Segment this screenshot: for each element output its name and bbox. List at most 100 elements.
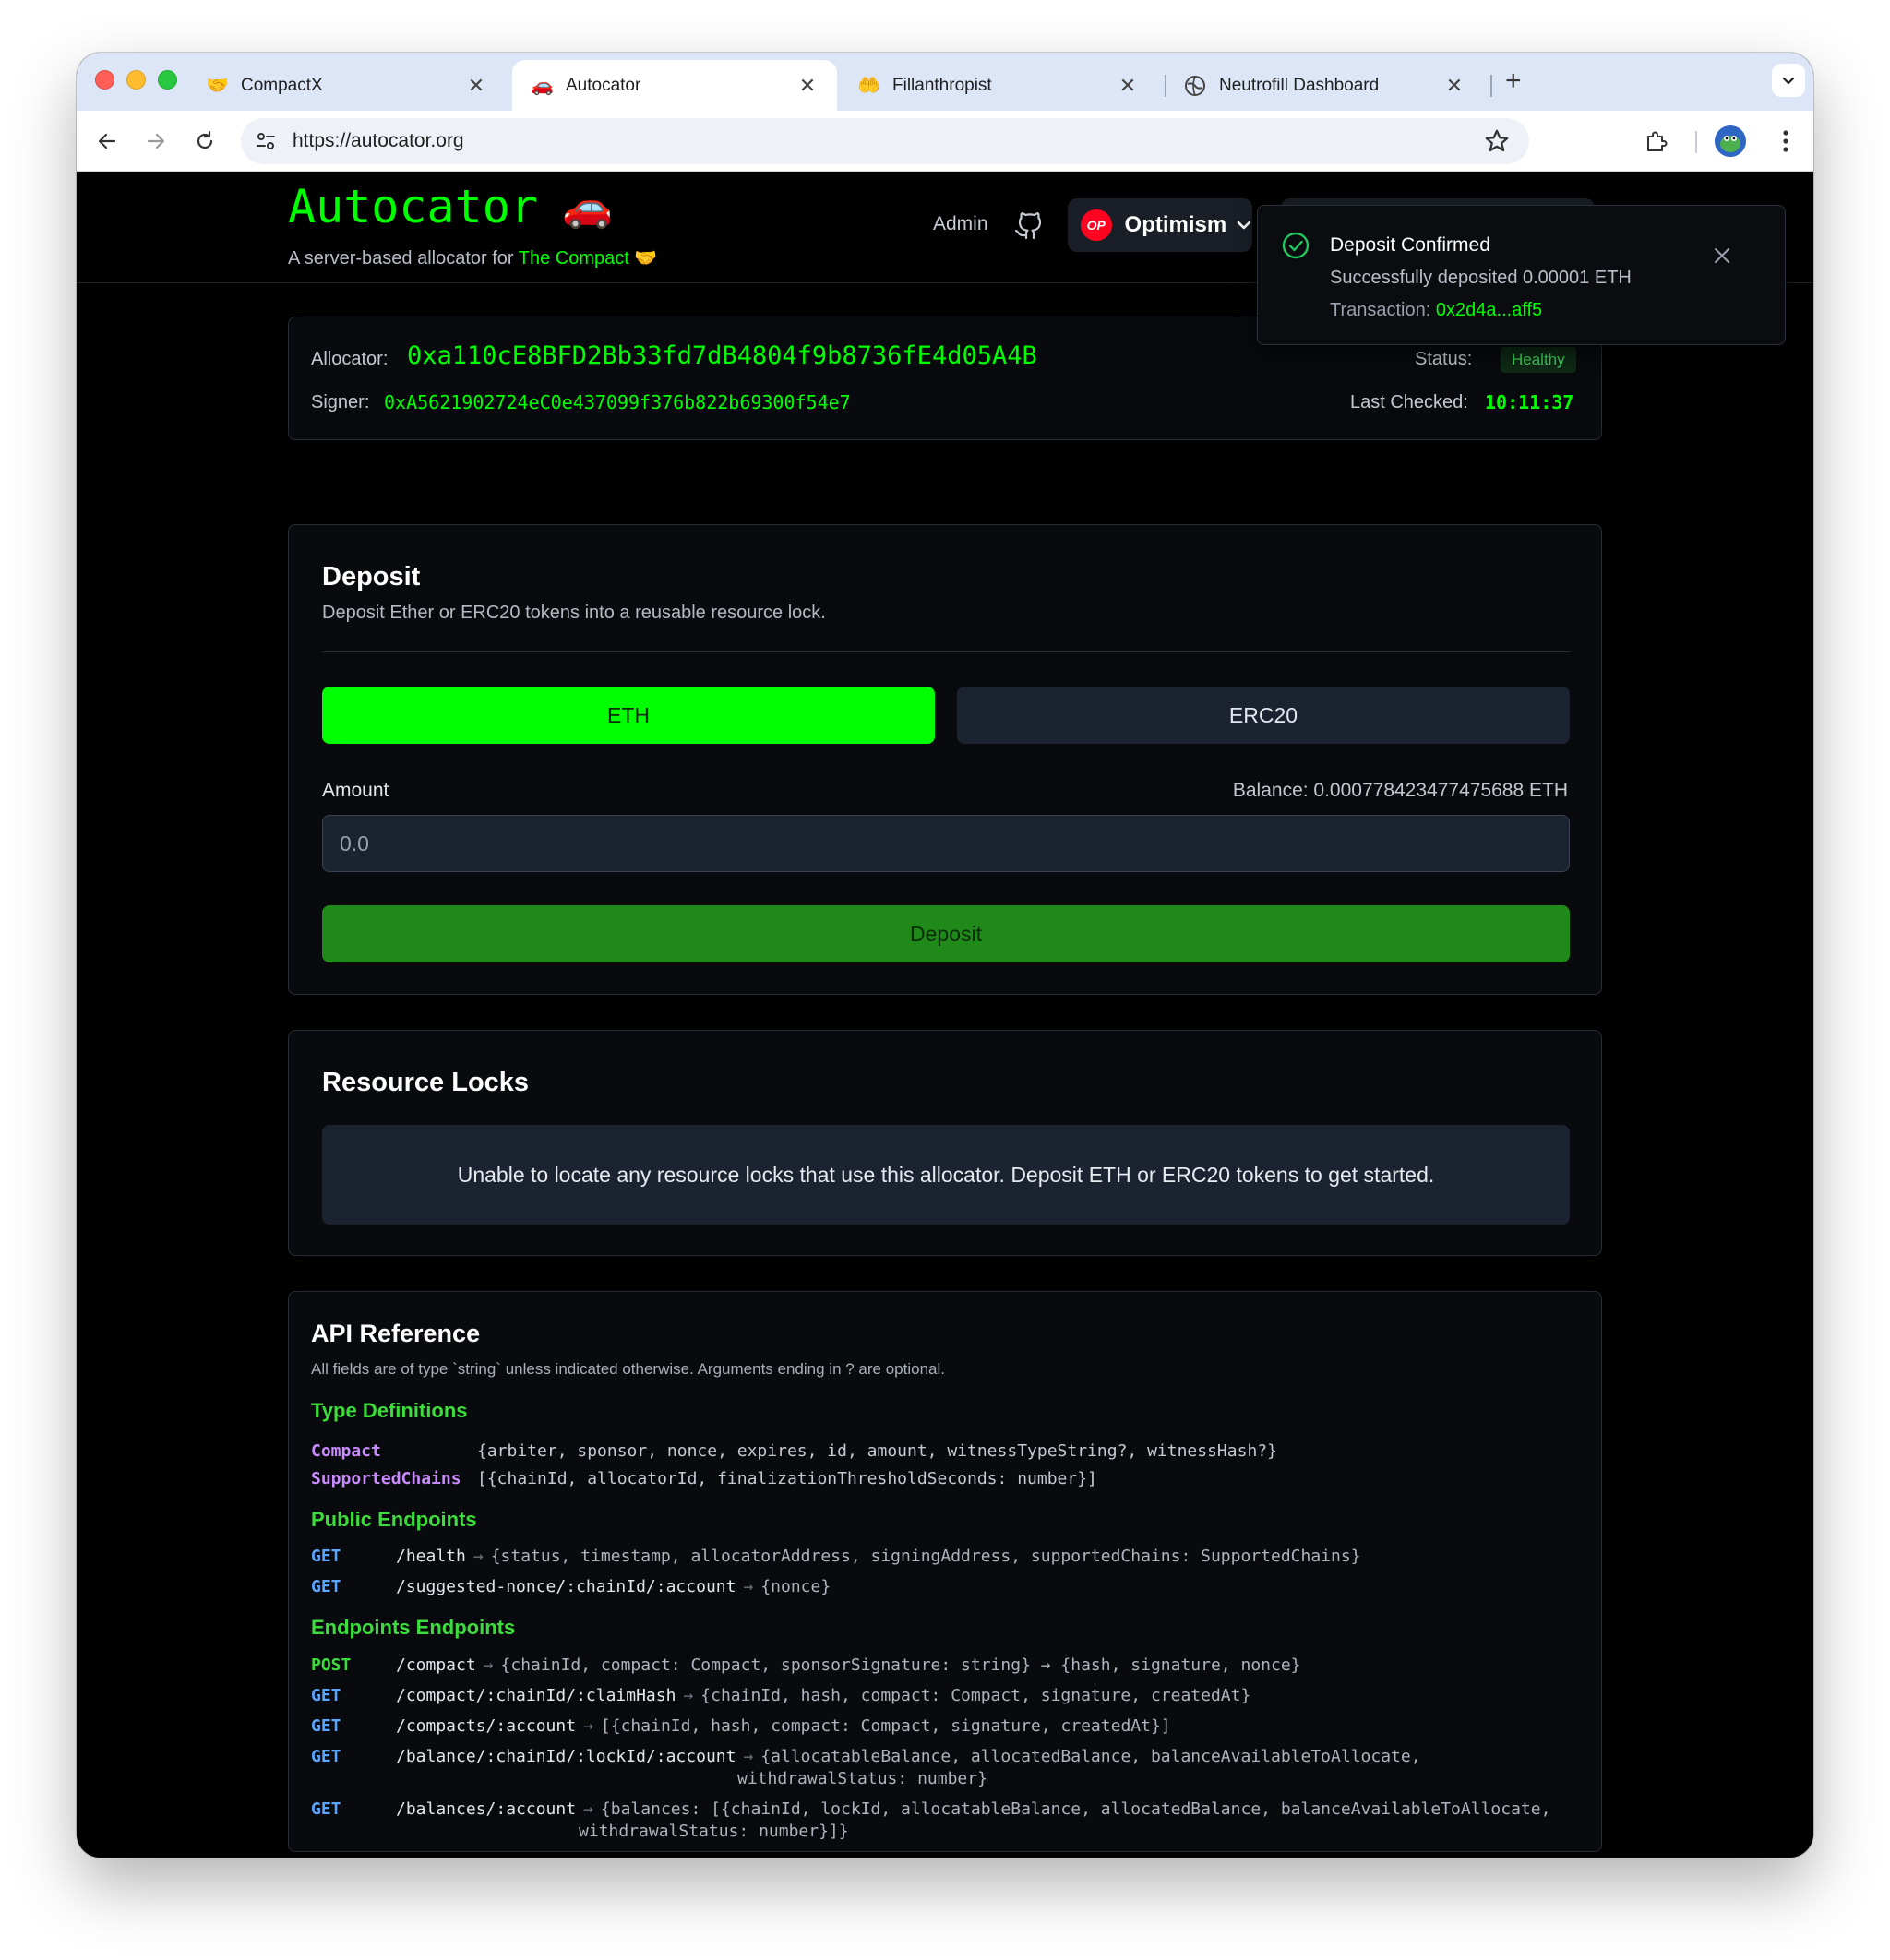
endpoint-response: {chainId, hash, compact: Compact, signat… (700, 1686, 1251, 1705)
reload-button[interactable] (189, 125, 221, 157)
chevron-down-icon (1782, 77, 1795, 85)
endpoint-path: /health (396, 1547, 466, 1566)
endpoint-row: GET /suggested-nonce/:chainId/:account →… (311, 1577, 831, 1596)
site-settings-icon[interactable] (254, 129, 278, 153)
tab-fillanthropist[interactable]: 🤲 Fillanthropist ✕ (839, 60, 1157, 111)
browser-window: 🤝 CompactX ✕ 🚗 Autocator ✕ 🤲 Fillanthrop… (77, 53, 1813, 1858)
empty-state-message: Unable to locate any resource locks that… (322, 1125, 1570, 1225)
divider (322, 651, 1570, 652)
resource-locks-card: Resource Locks Unable to locate any reso… (288, 1030, 1602, 1256)
type-row: Compact {arbiter, sponsor, nonce, expire… (311, 1441, 1277, 1461)
admin-link[interactable]: Admin (933, 213, 988, 235)
reload-icon (197, 130, 213, 149)
endpoint-response: [{chainId, hash, compact: Compact, signa… (600, 1716, 1171, 1736)
tab-search-button[interactable] (1772, 64, 1805, 97)
tab-autocator[interactable]: 🚗 Autocator ✕ (512, 60, 837, 111)
car-icon: 🚗 (531, 75, 554, 96)
endpoint-path: /compact (396, 1655, 476, 1675)
the-compact-link[interactable]: The Compact (519, 248, 629, 269)
deposit-button[interactable]: Deposit (322, 905, 1570, 962)
url-text[interactable]: https://autocator.org (293, 130, 1483, 152)
endpoint-row: GET /compact/:chainId/:claimHash → {chai… (311, 1686, 1250, 1705)
handshake-icon: 🤝 (634, 248, 658, 269)
minimize-window-button[interactable] (126, 70, 146, 90)
type-name: Compact (311, 1441, 381, 1461)
http-method: GET (311, 1747, 341, 1766)
http-method: GET (311, 1686, 341, 1705)
open-hands-icon: 🤲 (857, 75, 880, 96)
globe-icon (1184, 75, 1206, 97)
forward-button[interactable] (140, 125, 172, 157)
type-definitions-heading: Type Definitions (311, 1399, 468, 1422)
endpoint-row: GET /compacts/:account → [{chainId, hash… (311, 1716, 1171, 1736)
handshake-icon: 🤝 (206, 75, 229, 96)
endpoint-path: /compacts/:account (396, 1716, 577, 1736)
eth-toggle-button[interactable]: ETH (322, 687, 935, 744)
deposit-title: Deposit (322, 562, 421, 592)
endpoint-path: /balance/:chainId/:lockId/:account (396, 1747, 736, 1766)
api-reference-card: API Reference All fields are of type `st… (288, 1291, 1602, 1852)
endpoint-response: {allocatableBalance, allocatedBalance, b… (760, 1747, 1421, 1766)
address-bar[interactable]: https://autocator.org (241, 118, 1529, 164)
endpoint-row: GET /balances/:account → {balances: [{ch… (311, 1799, 1550, 1819)
endpoint-row: GET /balance/:chainId/:lockId/:account →… (311, 1747, 1421, 1766)
page-content: Autocator 🚗 A server-based allocator for… (77, 173, 1813, 1858)
close-icon[interactable]: ✕ (796, 74, 819, 97)
close-icon[interactable] (1712, 245, 1732, 266)
close-icon[interactable]: ✕ (1117, 74, 1139, 97)
optimism-icon: OP (1081, 209, 1112, 241)
transaction-label: Transaction: (1330, 300, 1436, 320)
close-icon[interactable]: ✕ (465, 74, 487, 97)
site-logo[interactable]: Autocator 🚗 (288, 180, 613, 233)
endpoint-response: {chainId, compact: Compact, sponsorSigna… (500, 1655, 1301, 1675)
toast-transaction: Transaction: 0x2d4a...aff5 (1330, 300, 1542, 321)
endpoint-response-continued: withdrawalStatus: number}]} (579, 1822, 849, 1841)
extensions-button[interactable] (1641, 125, 1672, 157)
endpoint-row: POST /compact → {chainId, compact: Compa… (311, 1655, 1301, 1675)
browser-toolbar: https://autocator.org (77, 111, 1813, 172)
arrow-right-icon: → (743, 1577, 754, 1596)
github-icon[interactable] (1012, 208, 1046, 241)
endpoint-row: GET /health → {status, timestamp, alloca… (311, 1547, 1361, 1566)
tab-label: Neutrofill Dashboard (1219, 75, 1380, 95)
public-endpoints-heading: Public Endpoints (311, 1508, 477, 1531)
back-button[interactable] (91, 125, 123, 157)
chevron-down-icon (1237, 221, 1251, 230)
http-method: GET (311, 1716, 341, 1736)
arrow-right-icon: → (743, 1747, 754, 1766)
allocator-address[interactable]: 0xa110cE8BFD2Bb33fd7dB4804f9b8736fE4d05A… (407, 341, 1037, 370)
maximize-window-button[interactable] (158, 70, 177, 90)
http-method: GET (311, 1577, 341, 1596)
http-method: GET (311, 1547, 341, 1566)
puzzle-icon (1647, 131, 1668, 151)
arrow-left-icon (98, 133, 116, 149)
profile-avatar[interactable] (1715, 125, 1746, 157)
deposit-subtitle: Deposit Ether or ERC20 tokens into a reu… (322, 603, 826, 623)
signer-address[interactable]: 0xA5621902724eC0e437099f376b822b69300f54… (384, 391, 851, 413)
balance-label: Balance: 0.000778423477475688 ETH (1232, 780, 1568, 801)
tagline: A server-based allocator for The Compact… (288, 246, 657, 269)
api-title: API Reference (311, 1320, 481, 1347)
status-label: Status: (1415, 349, 1473, 369)
browser-menu-button[interactable] (1770, 125, 1801, 157)
transaction-hash-link[interactable]: 0x2d4a...aff5 (1436, 300, 1542, 320)
arrow-right-icon: → (583, 1799, 593, 1819)
arrow-right-icon (147, 133, 165, 149)
erc20-toggle-button[interactable]: ERC20 (957, 687, 1570, 744)
close-icon[interactable]: ✕ (1443, 74, 1465, 97)
new-tab-button[interactable]: + (1505, 67, 1522, 95)
endpoint-response: {nonce} (760, 1577, 831, 1596)
tab-strip: 🤝 CompactX ✕ 🚗 Autocator ✕ 🤲 Fillanthrop… (77, 53, 1813, 111)
close-window-button[interactable] (95, 70, 114, 90)
amount-input[interactable] (322, 815, 1570, 872)
api-subtitle: All fields are of type `string` unless i… (311, 1360, 945, 1378)
tab-neutrofill-dashboard[interactable]: Neutrofill Dashboard ✕ (1166, 60, 1484, 111)
endpoint-response: {status, timestamp, allocatorAddress, si… (490, 1547, 1361, 1566)
type-definition: {arbiter, sponsor, nonce, expires, id, a… (477, 1441, 1277, 1461)
deposit-card: Deposit Deposit Ether or ERC20 tokens in… (288, 524, 1602, 995)
endpoint-path: /compact/:chainId/:claimHash (396, 1686, 676, 1705)
endpoint-response: {balances: [{chainId, lockId, allocatabl… (600, 1799, 1551, 1819)
network-selector[interactable]: OP Optimism (1068, 198, 1252, 252)
bookmark-star-icon[interactable] (1483, 127, 1511, 155)
tab-compactx[interactable]: 🤝 CompactX ✕ (187, 60, 506, 111)
